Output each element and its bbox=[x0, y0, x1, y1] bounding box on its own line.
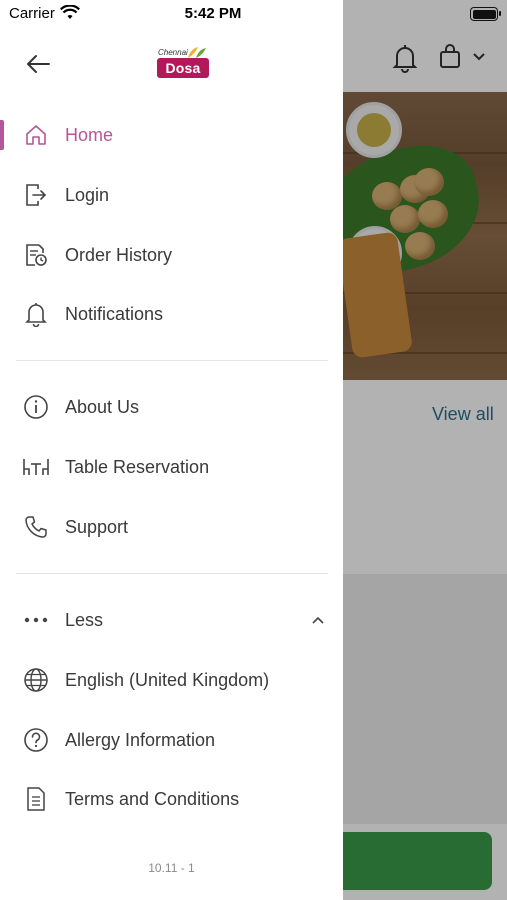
menu-item-notifications[interactable]: Notifications bbox=[0, 288, 343, 340]
menu-item-support[interactable]: Support bbox=[0, 501, 343, 553]
menu-item-table-reservation[interactable]: Table Reservation bbox=[0, 441, 343, 493]
back-button[interactable] bbox=[18, 48, 58, 80]
menu-label-about-us: About Us bbox=[65, 396, 140, 417]
document-icon bbox=[22, 785, 50, 813]
status-bar: Carrier 5:42 PM bbox=[0, 0, 507, 28]
menu-label-order-history: Order History bbox=[65, 244, 173, 265]
bell-icon bbox=[22, 300, 50, 328]
divider bbox=[16, 573, 328, 574]
navigation-drawer: Chennai Dosa Home Login Order History No… bbox=[0, 0, 343, 900]
status-time: 5:42 PM bbox=[184, 5, 242, 22]
menu-item-login[interactable]: Login bbox=[0, 169, 343, 221]
chevron-up-icon bbox=[311, 615, 325, 625]
logo-leaf-icon bbox=[188, 47, 206, 58]
arrow-left-icon bbox=[25, 54, 51, 74]
divider bbox=[16, 360, 328, 361]
login-icon bbox=[22, 181, 50, 209]
menu-item-less[interactable]: Less bbox=[0, 594, 343, 646]
menu-label-support: Support bbox=[65, 516, 129, 537]
menu-item-home[interactable]: Home bbox=[0, 109, 343, 161]
home-icon bbox=[22, 121, 50, 149]
battery-icon bbox=[470, 7, 501, 21]
menu-item-order-history[interactable]: Order History bbox=[0, 229, 343, 281]
menu-label-table-reservation: Table Reservation bbox=[65, 456, 210, 477]
menu-label-notifications: Notifications bbox=[65, 303, 164, 324]
app-version: 10.11 - 1 bbox=[148, 861, 195, 875]
table-reservation-icon bbox=[22, 453, 50, 481]
menu-label-login: Login bbox=[65, 184, 110, 205]
logo-badge: Dosa bbox=[157, 58, 209, 78]
more-dots-icon bbox=[22, 606, 50, 634]
question-icon bbox=[22, 726, 50, 754]
menu-label-less: Less bbox=[65, 609, 104, 630]
globe-icon bbox=[22, 666, 50, 694]
phone-icon bbox=[22, 513, 50, 541]
menu-item-language[interactable]: English (United Kingdom) bbox=[0, 654, 343, 706]
menu-item-about-us[interactable]: About Us bbox=[0, 381, 343, 433]
menu-label-allergy-information: Allergy Information bbox=[65, 729, 216, 750]
menu-label-language: English (United Kingdom) bbox=[65, 669, 270, 690]
menu-label-home: Home bbox=[65, 124, 114, 145]
menu-item-terms-and-conditions[interactable]: Terms and Conditions bbox=[0, 773, 343, 825]
menu-item-allergy-information[interactable]: Allergy Information bbox=[0, 714, 343, 766]
info-icon bbox=[22, 393, 50, 421]
menu-label-terms-and-conditions: Terms and Conditions bbox=[65, 788, 240, 809]
order-history-icon bbox=[22, 241, 50, 269]
restaurant-logo: Chennai Dosa bbox=[154, 44, 212, 82]
